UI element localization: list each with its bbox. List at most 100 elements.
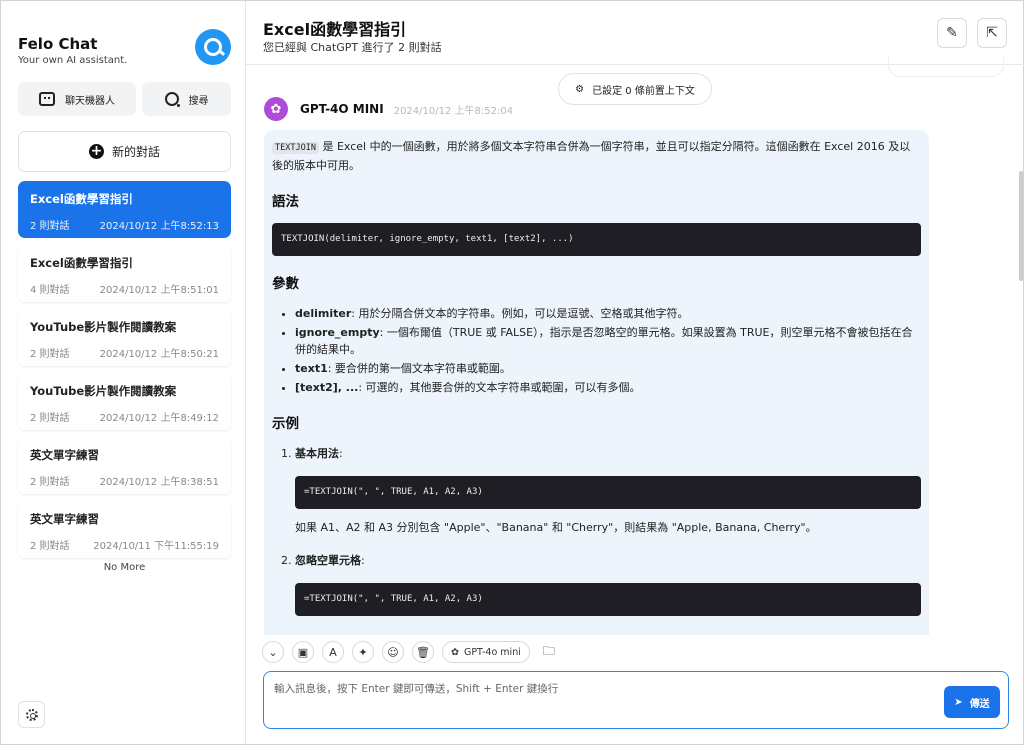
conversation-item[interactable]: Excel函數學習指引 2 則對話 2024/10/12 上午8:52:13 — [18, 181, 231, 238]
example-code-block[interactable]: =TEXTJOIN(", ", TRUE, A1, A2, A3) — [295, 476, 921, 509]
brand: Felo Chat Your own AI assistant. — [18, 35, 127, 66]
message-input[interactable] — [274, 681, 934, 701]
search-button[interactable]: 搜尋 — [142, 82, 231, 116]
font-icon: A — [329, 645, 337, 659]
hidden-actions-bar — [888, 57, 1004, 77]
magic-button[interactable]: ✦ — [352, 641, 374, 663]
send-label: 傳送 — [969, 698, 990, 710]
chat-header: Excel函數學習指引 您已經與 ChatGPT 進行了 2 則對話 ✎ ⇱ — [246, 1, 1024, 65]
robot-icon: ☺ — [387, 645, 399, 659]
list-item: 忽略空單元格: =TEXTJOIN(", ", TRUE, A1, A2, A3… — [295, 552, 921, 616]
search-icon — [164, 92, 180, 107]
settings-button[interactable] — [18, 701, 45, 728]
app-window: Felo Chat Your own AI assistant. 聊天機器人 搜… — [0, 0, 1024, 745]
search-label: 搜尋 — [188, 95, 209, 107]
conversation-item[interactable]: 英文單字練習 2 則對話 2024/10/11 下午11:55:19 — [18, 501, 231, 558]
param-desc: : 要合併的第一個文本字符串或範圍。 — [327, 362, 511, 375]
conversation-item[interactable]: Excel函數學習指引 4 則對話 2024/10/12 上午8:51:01 — [18, 245, 231, 302]
conversation-time: 2024/10/12 上午8:49:12 — [99, 413, 219, 424]
robot-button[interactable]: ☺ — [382, 641, 404, 663]
send-icon: ➤ — [954, 696, 963, 708]
export-button[interactable]: ⇱ — [977, 18, 1007, 48]
example-label: 忽略空單元格 — [295, 554, 361, 567]
context-setting-button[interactable]: ⚙ 已設定 0 條前置上下文 — [558, 73, 712, 105]
param-name: [text2], ... — [295, 381, 359, 394]
syntax-code-block[interactable]: TEXTJOIN(delimiter, ignore_empty, text1,… — [272, 223, 921, 256]
new-chat-label: 新的對話 — [111, 145, 160, 159]
page-title: Excel函數學習指引 — [263, 20, 407, 39]
message-input-box: ➤ 傳送 — [263, 671, 1009, 729]
chat-toolbar: ⌄ ▣ A ✦ ☺ 🗑 ✿ GPT-4o mini 🗀 — [262, 641, 560, 663]
examples-list: 基本用法: =TEXTJOIN(", ", TRUE, A1, A2, A3) … — [295, 445, 921, 616]
conversation-item[interactable]: YouTube影片製作閱讀教案 2 則對話 2024/10/12 上午8:49:1… — [18, 373, 231, 430]
conversation-title: Excel函數學習指引 — [30, 256, 133, 270]
syntax-heading: 語法 — [272, 194, 299, 210]
param-name: ignore_empty — [295, 326, 380, 339]
context-label: 已設定 0 條前置上下文 — [592, 85, 695, 97]
scroll-down-button[interactable]: ⌄ — [262, 641, 284, 663]
conversation-title: YouTube影片製作閱讀教案 — [30, 320, 177, 334]
message-time: 2024/10/12 上午8:52:04 — [393, 105, 514, 117]
no-more-label: No More — [103, 562, 146, 573]
conversation-item[interactable]: 英文單字練習 2 則對話 2024/10/12 上午8:38:51 — [18, 437, 231, 494]
edit-title-button[interactable]: ✎ — [937, 18, 967, 48]
image-button[interactable]: ▣ — [292, 641, 314, 663]
send-button[interactable]: ➤ 傳送 — [944, 686, 1000, 718]
intro-text: 是 Excel 中的一個函數，用於將多個文本字符串合併為一個字符串，並且可以指定… — [272, 140, 911, 172]
folder-icon: 🗀 — [542, 643, 555, 658]
param-desc: : 用於分隔合併文本的字符串。例如，可以是逗號、空格或其他字符。 — [351, 307, 689, 320]
openai-icon: ✿ — [264, 97, 288, 121]
assistant-message: TEXTJOIN 是 Excel 中的一個函數，用於將多個文本字符串合併為一個字… — [264, 130, 929, 635]
font-button[interactable]: A — [322, 641, 344, 663]
param-name: text1 — [295, 362, 328, 375]
model-select-button[interactable]: ✿ GPT-4o mini — [442, 641, 530, 663]
sidebar: Felo Chat Your own AI assistant. 聊天機器人 搜… — [1, 1, 246, 744]
example-label: 基本用法 — [295, 447, 339, 460]
folder-button[interactable]: 🗀 — [538, 641, 560, 663]
message-header: ✿ GPT-4O MINI 2024/10/12 上午8:52:04 — [264, 97, 513, 121]
model-select-label: GPT-4o mini — [463, 646, 521, 658]
chatbot-button[interactable]: 聊天機器人 — [18, 82, 136, 116]
openai-icon: ✿ — [451, 646, 459, 658]
trash-icon: 🗑 — [416, 645, 430, 659]
list-item: delimiter: 用於分隔合併文本的字符串。例如，可以是逗號、空格或其他字符… — [295, 305, 921, 322]
image-icon: ▣ — [297, 645, 309, 659]
conversation-time: 2024/10/12 上午8:52:13 — [99, 221, 219, 232]
list-item: text1: 要合併的第一個文本字符串或範圍。 — [295, 360, 921, 377]
chatbot-label: 聊天機器人 — [65, 95, 115, 107]
param-desc: : 一個布爾值（TRUE 或 FALSE），指示是否忽略空的單元格。如果設置為 … — [295, 326, 913, 356]
params-heading: 參數 — [272, 276, 299, 292]
conversation-time: 2024/10/12 上午8:51:01 — [99, 285, 219, 296]
example-code-block[interactable]: =TEXTJOIN(", ", TRUE, A1, A2, A3) — [295, 583, 921, 616]
conversation-title: 英文單字練習 — [30, 512, 99, 526]
chevron-down-icon: ⌄ — [268, 645, 278, 659]
clear-button[interactable]: 🗑 — [412, 641, 434, 663]
app-name: Felo Chat — [18, 35, 98, 53]
conversation-count: 2 則對話 — [30, 221, 70, 232]
conversation-list: Excel函數學習指引 2 則對話 2024/10/12 上午8:52:13 Ex… — [18, 181, 231, 565]
param-name: delimiter — [295, 307, 352, 320]
new-chat-button[interactable]: + 新的對話 — [18, 131, 231, 172]
param-desc: : 可選的，其他要合併的文本字符串或範圍，可以有多個。 — [358, 381, 641, 394]
pencil-icon: ✎ — [946, 25, 958, 41]
magic-wand-icon: ✦ — [358, 645, 368, 659]
conversation-time: 2024/10/11 下午11:55:19 — [93, 541, 219, 552]
inline-code: TEXTJOIN — [272, 142, 319, 154]
conversation-count: 4 則對話 — [30, 285, 70, 296]
conversation-title: Excel函數學習指引 — [30, 192, 133, 206]
model-name: GPT-4O MINI — [300, 102, 384, 116]
conversation-item[interactable]: YouTube影片製作閱讀教案 2 則對話 2024/10/12 上午8:50:2… — [18, 309, 231, 366]
list-item: [text2], ...: 可選的，其他要合併的文本字符串或範圍，可以有多個。 — [295, 379, 921, 396]
felo-logo-icon — [195, 29, 231, 65]
conversation-count: 2 則對話 — [30, 541, 70, 552]
export-icon: ⇱ — [986, 25, 998, 41]
intro-paragraph: TEXTJOIN 是 Excel 中的一個函數，用於將多個文本字符串合併為一個字… — [272, 138, 921, 174]
conversation-count: 2 則對話 — [30, 413, 70, 424]
scrollbar[interactable] — [1019, 171, 1023, 281]
list-item: 基本用法: =TEXTJOIN(", ", TRUE, A1, A2, A3) … — [295, 445, 921, 536]
list-item: ignore_empty: 一個布爾值（TRUE 或 FALSE），指示是否忽略… — [295, 324, 921, 358]
app-subtitle: Your own AI assistant. — [18, 55, 128, 66]
conversation-title: YouTube影片製作閱讀教案 — [30, 384, 177, 398]
conversation-count: 2 則對話 — [30, 349, 70, 360]
conversation-title: 英文單字練習 — [30, 448, 99, 462]
